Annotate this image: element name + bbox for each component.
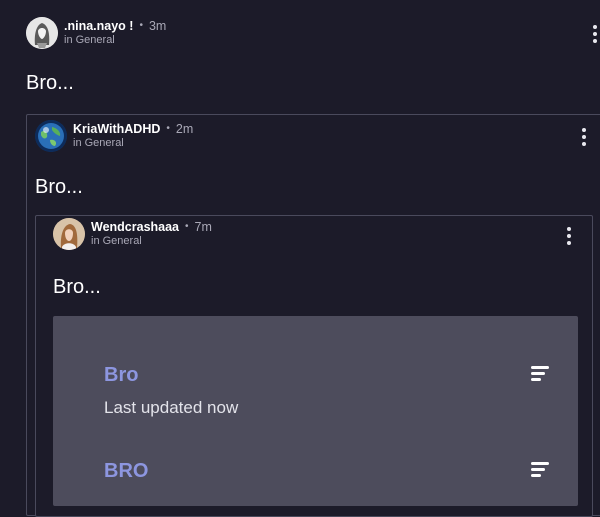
post-body: Bro...	[26, 72, 74, 94]
post-header: .nina.nayo ! • 3m in General	[26, 17, 166, 49]
username[interactable]: KriaWithADHD	[73, 122, 160, 136]
post-body: Bro...	[35, 176, 83, 198]
channel-label[interactable]: in General	[91, 235, 212, 248]
poll-option-title[interactable]: Bro	[104, 364, 138, 387]
poll-option-title[interactable]: BRO	[104, 460, 148, 483]
poll-option-subtitle: Last updated now	[104, 398, 239, 417]
channel-label[interactable]: in General	[73, 137, 193, 150]
avatar-image	[26, 17, 58, 49]
avatar[interactable]	[35, 120, 67, 152]
separator-dot: •	[185, 221, 189, 233]
post-header: Wendcrashaaa • 7m in General	[53, 218, 212, 250]
avatar-image	[53, 218, 85, 250]
avatar[interactable]	[26, 17, 58, 49]
avatar[interactable]	[53, 218, 85, 250]
more-options-icon[interactable]	[593, 25, 597, 46]
list-lines-icon[interactable]	[531, 366, 549, 384]
more-options-icon[interactable]	[582, 128, 586, 149]
timestamp: 2m	[175, 121, 194, 136]
post-meta: Wendcrashaaa • 7m in General	[91, 220, 212, 248]
timestamp: 3m	[148, 18, 167, 33]
timestamp: 7m	[194, 219, 212, 234]
separator-dot: •	[139, 20, 143, 32]
avatar-image	[35, 120, 67, 152]
post-body: Bro...	[53, 276, 101, 298]
username[interactable]: .nina.nayo !	[64, 19, 133, 33]
list-lines-icon[interactable]	[531, 462, 549, 480]
post-meta: KriaWithADHD • 2m in General	[73, 122, 193, 150]
channel-label[interactable]: in General	[64, 34, 166, 47]
post-meta: .nina.nayo ! • 3m in General	[64, 19, 166, 47]
username[interactable]: Wendcrashaaa	[91, 220, 179, 234]
separator-dot: •	[166, 123, 170, 135]
more-options-icon[interactable]	[567, 227, 571, 248]
poll-card: Bro Last updated now BRO	[53, 316, 578, 506]
post-header: KriaWithADHD • 2m in General	[35, 120, 193, 152]
